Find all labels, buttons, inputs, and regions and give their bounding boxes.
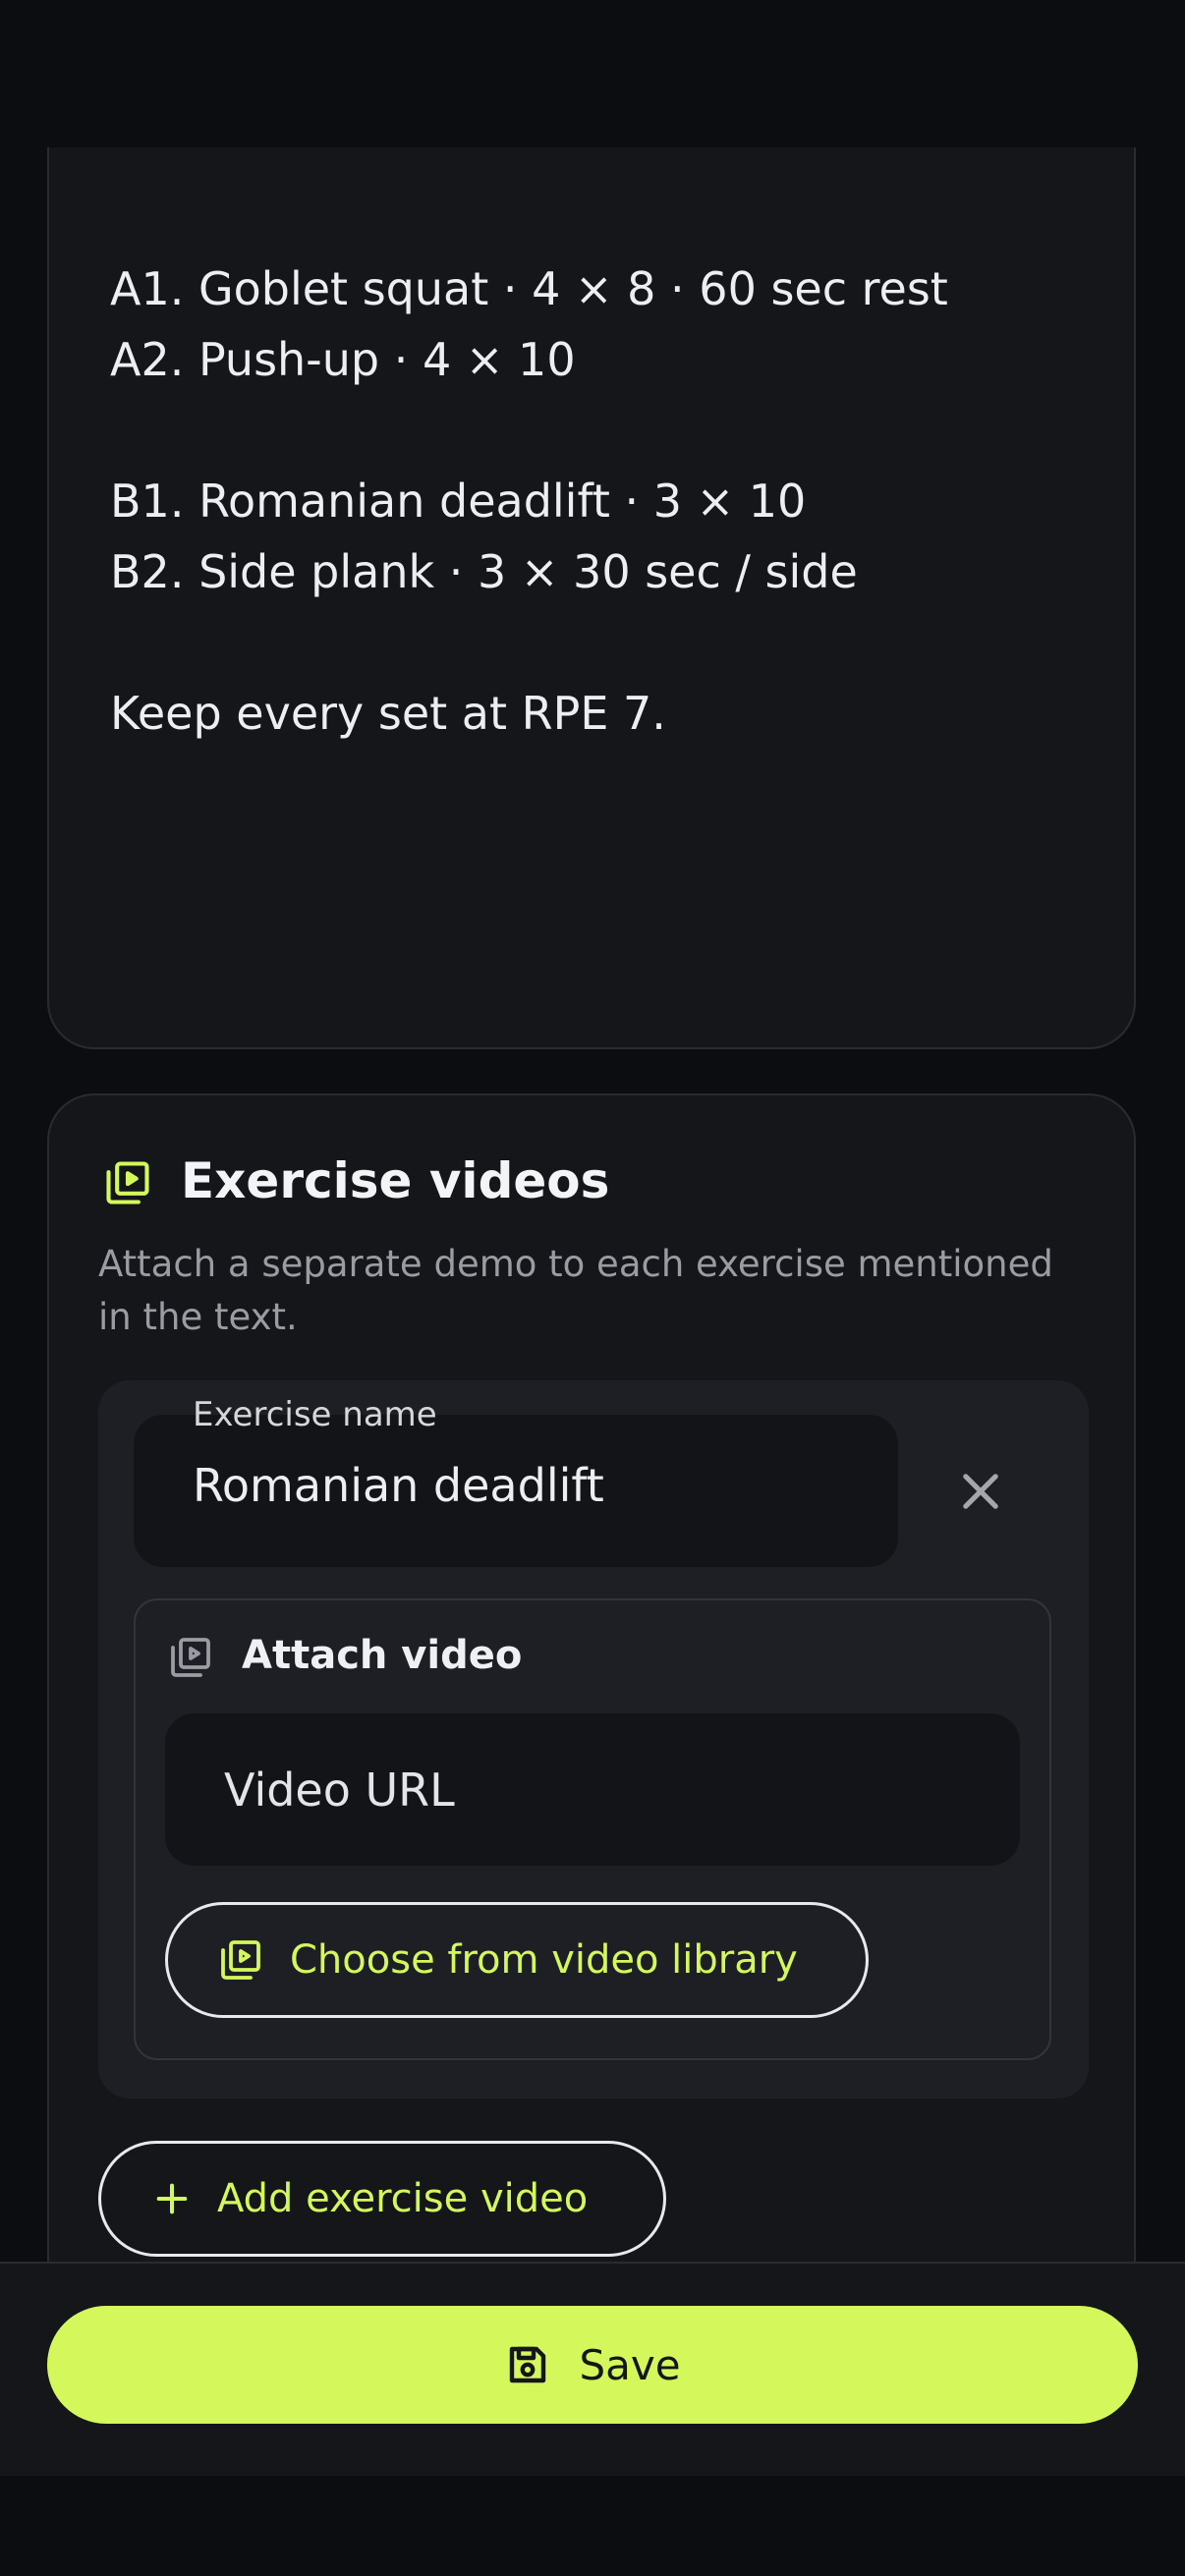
exercise-name-label: Exercise name — [193, 1395, 437, 1434]
save-icon — [504, 2341, 551, 2388]
video-library-icon — [102, 1157, 153, 1208]
save-button[interactable]: Save — [47, 2306, 1138, 2424]
plus-icon — [152, 2179, 192, 2218]
choose-from-library-button[interactable]: Choose from video library — [165, 1902, 869, 2018]
attach-video-title: Attach video — [242, 1633, 523, 1678]
video-library-icon — [167, 1634, 214, 1681]
exercise-name-value[interactable]: Romanian deadlift — [193, 1459, 604, 1512]
remove-exercise-button[interactable] — [943, 1454, 1018, 1529]
video-url-input[interactable] — [165, 1713, 1020, 1866]
exercise-videos-title: Exercise videos — [181, 1152, 610, 1209]
close-icon — [963, 1474, 998, 1509]
video-library-icon — [217, 1936, 264, 1984]
choose-from-library-label: Choose from video library — [290, 1937, 798, 1983]
workout-notes-text[interactable]: A1. Goblet squat · 4 × 8 · 60 sec rest A… — [110, 253, 1053, 749]
save-label: Save — [579, 2340, 681, 2389]
exercise-videos-description: Attach a separate demo to each exercise … — [98, 1243, 1053, 1338]
add-exercise-video-button[interactable]: Add exercise video — [98, 2141, 666, 2257]
bottom-safe-area — [0, 2476, 1185, 2576]
add-exercise-video-label: Add exercise video — [217, 2176, 589, 2221]
